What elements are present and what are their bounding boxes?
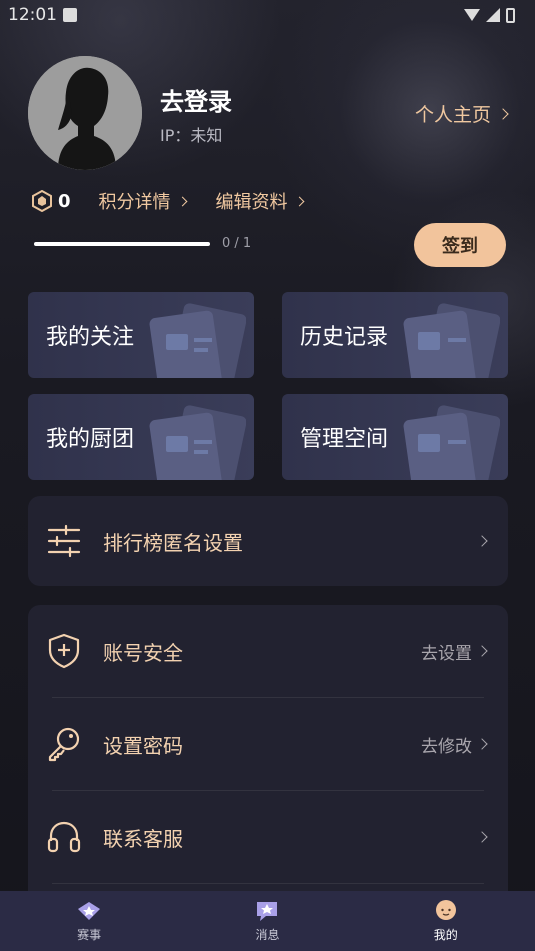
- points-value: 0: [58, 190, 71, 212]
- login-title[interactable]: 去登录: [160, 82, 232, 117]
- row-label: 设置密码: [103, 733, 183, 758]
- progress-bar: [34, 241, 210, 246]
- edit-profile-label: 编辑资料: [215, 192, 288, 213]
- profile-header: 去登录 IP：未知 个人主页: [28, 56, 509, 172]
- chevron-right-icon: [476, 831, 488, 843]
- profile-face-icon: [435, 900, 456, 920]
- notification-icon: [63, 8, 77, 22]
- card-manage-space[interactable]: 管理空间: [282, 394, 508, 480]
- set-password-row[interactable]: 设置密码 去修改: [28, 698, 508, 790]
- status-time: 12:01: [8, 5, 57, 25]
- card-label: 历史记录: [300, 325, 389, 350]
- checkin-progress: 0 / 1: [34, 236, 251, 251]
- row-action-label: 去修改: [421, 736, 472, 757]
- headset-icon: [47, 821, 81, 853]
- message-star-icon: [257, 902, 278, 921]
- progress-text: 0 / 1: [222, 236, 252, 251]
- profile-document-icon: [403, 303, 500, 378]
- chat-document-icon: [149, 303, 246, 378]
- account-settings-panel: 账号安全 去设置 设置密码 去修改 联系客服: [28, 605, 508, 905]
- bottom-tab-bar: 赛事 消息 我的: [0, 891, 535, 951]
- chevron-right-icon: [177, 196, 187, 206]
- tab-messages[interactable]: 消息: [227, 899, 307, 943]
- checkin-button[interactable]: 签到: [414, 223, 506, 267]
- row-label: 联系客服: [103, 826, 183, 851]
- points-details-label: 积分详情: [98, 192, 171, 213]
- row-label: 排行榜匿名设置: [103, 530, 243, 555]
- tab-events[interactable]: 赛事: [49, 899, 129, 943]
- points-details-link[interactable]: 积分详情: [98, 188, 187, 214]
- signal-icon: [486, 8, 500, 22]
- points-coin-icon: [32, 190, 52, 212]
- customer-service-row[interactable]: 联系客服: [28, 791, 508, 883]
- trophy-diamond-icon: [78, 902, 101, 920]
- chat-document-icon: [149, 405, 246, 480]
- battery-icon: [506, 7, 515, 23]
- chevron-right-icon: [294, 196, 304, 206]
- account-security-row[interactable]: 账号安全 去设置: [28, 605, 508, 697]
- card-my-group[interactable]: 我的厨团: [28, 394, 254, 480]
- edit-profile-link[interactable]: 编辑资料: [215, 188, 304, 214]
- tab-mine[interactable]: 我的: [406, 899, 486, 943]
- tab-label: 赛事: [77, 928, 102, 942]
- chevron-right-icon: [476, 738, 488, 750]
- row-action: [476, 535, 488, 547]
- homepage-label: 个人主页: [414, 104, 491, 126]
- chevron-right-icon: [497, 107, 509, 120]
- leaderboard-settings-panel: 排行榜匿名设置: [28, 496, 508, 586]
- row-action-label: 去设置: [421, 643, 472, 664]
- card-label: 管理空间: [300, 427, 389, 452]
- shield-plus-icon: [48, 633, 80, 669]
- silhouette-icon: [28, 56, 142, 170]
- card-following[interactable]: 我的关注: [28, 292, 254, 378]
- profile-document-icon: [403, 405, 500, 480]
- ip-label: IP：未知: [160, 126, 223, 145]
- row-action: 去修改: [421, 732, 488, 757]
- card-history[interactable]: 历史记录: [282, 292, 508, 378]
- row-action: [476, 831, 488, 843]
- card-label: 我的厨团: [46, 427, 135, 452]
- sliders-icon: [47, 524, 81, 558]
- key-icon: [48, 727, 80, 762]
- homepage-link[interactable]: 个人主页: [414, 100, 509, 127]
- points-row: 0 积分详情 编辑资料: [32, 188, 333, 214]
- chevron-right-icon: [476, 645, 488, 657]
- wifi-icon: [464, 9, 480, 21]
- chevron-right-icon: [476, 535, 488, 547]
- divider: [52, 883, 484, 884]
- tab-label: 消息: [255, 928, 280, 942]
- row-label: 账号安全: [103, 640, 183, 665]
- card-label: 我的关注: [46, 325, 135, 350]
- avatar[interactable]: [28, 56, 142, 170]
- tab-label: 我的: [433, 928, 458, 942]
- leaderboard-anonymous-row[interactable]: 排行榜匿名设置: [28, 496, 508, 586]
- status-bar: 12:01: [0, 0, 535, 30]
- row-action: 去设置: [421, 639, 488, 664]
